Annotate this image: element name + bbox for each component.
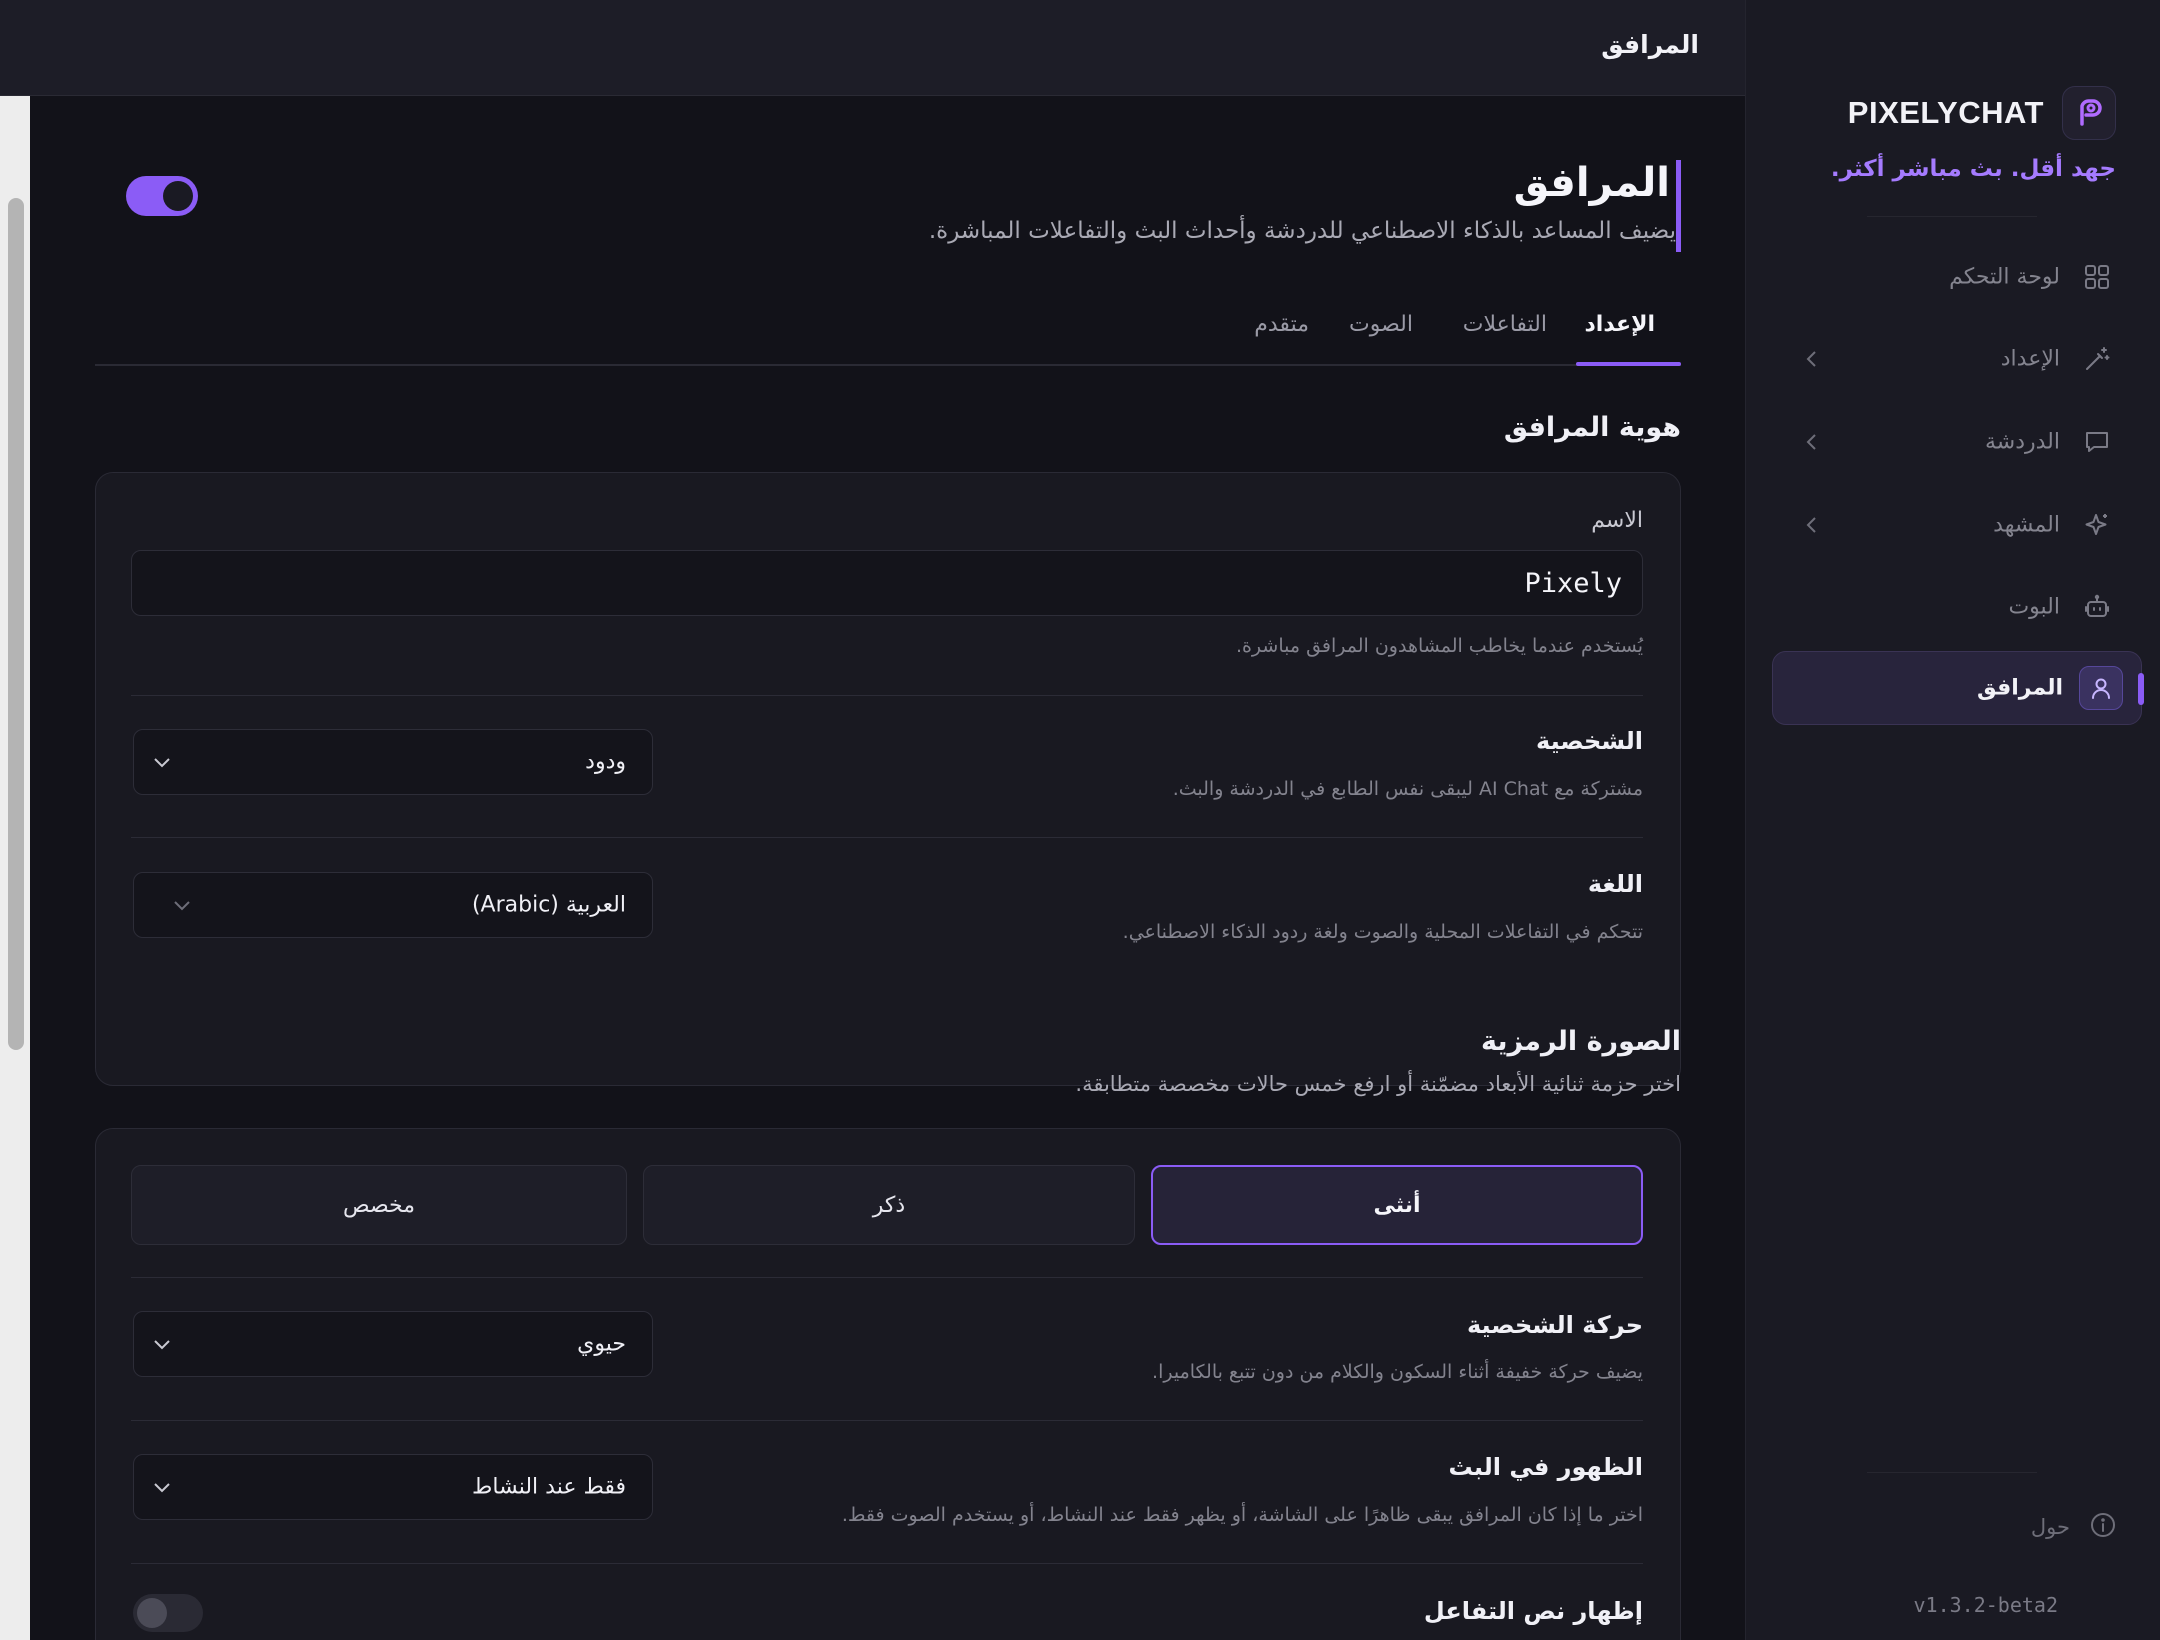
sidebar-item-label: الدردشة	[1984, 429, 2060, 455]
sidebar-item-label: لوحة التحكم	[1949, 264, 2060, 290]
tab-interactions[interactable]: التفاعلات	[1463, 312, 1547, 337]
sidebar-item-label: البوت	[2008, 594, 2060, 620]
motion-select[interactable]: حيوي	[133, 1311, 653, 1377]
divider	[131, 695, 1643, 696]
brand-tagline: جهد أقل. بث مباشر أكثر.	[1830, 156, 2116, 182]
section-title-avatar: الصورة الرمزية	[1480, 1026, 1681, 1057]
visibility-description: اختر ما إذا كان المرافق يبقى ظاهرًا على …	[841, 1504, 1643, 1526]
sidebar-item-label: الإعداد	[2000, 346, 2060, 372]
chevron-down-icon	[152, 752, 172, 772]
sidebar-item-companion[interactable]: المرافق	[1772, 651, 2142, 725]
toggle-knob	[137, 1598, 167, 1628]
avatar-option-custom[interactable]: مخصص	[131, 1165, 627, 1245]
name-field-hint: يُستخدم عندما يخاطب المشاهدون المرافق مب…	[1235, 635, 1643, 657]
motion-select-value: حيوي	[577, 1331, 626, 1357]
chevron-left-icon	[1802, 433, 1820, 451]
language-title: اللغة	[1587, 870, 1643, 898]
brand-name: PIXELYCHAT	[1847, 95, 2044, 130]
motion-description: يضيف حركة خفيفة أثناء السكون والكلام من …	[1152, 1361, 1643, 1383]
avatar-card: أنثى ذكر مخصص حركة الشخصية يضيف حركة خفي…	[95, 1128, 1681, 1640]
companion-enable-toggle[interactable]	[126, 176, 198, 216]
scrollbar-track[interactable]	[0, 96, 30, 1640]
bot-icon	[2082, 592, 2112, 622]
chevron-left-icon	[1802, 516, 1820, 534]
chevron-down-icon	[172, 895, 192, 915]
user-icon	[2079, 666, 2123, 710]
visibility-select[interactable]: فقط عند النشاط	[133, 1454, 653, 1520]
page-header: المرافق يضيف المساعد بالذكاء الاصطناعي ل…	[781, 160, 1681, 252]
visibility-select-value: فقط عند النشاط	[472, 1474, 626, 1500]
chevron-left-icon	[1802, 350, 1820, 368]
about-label: حول	[2030, 1515, 2070, 1539]
avatar-option-female[interactable]: أنثى	[1151, 1165, 1643, 1245]
active-tab-indicator	[1576, 362, 1681, 366]
sidebar-item-label: المرافق	[1976, 675, 2063, 701]
avatar-option-male[interactable]: ذكر	[643, 1165, 1135, 1245]
sidebar: PIXELYCHAT جهد أقل. بث مباشر أكثر. لوحة …	[1745, 0, 2160, 1640]
companion-name-input[interactable]	[131, 550, 1643, 616]
tab-bar: الإعداد التفاعلات الصوت متقدم	[95, 296, 1681, 366]
sidebar-divider	[1867, 1472, 2037, 1473]
language-select[interactable]: العربية (Arabic)	[133, 872, 653, 938]
motion-title: حركة الشخصية	[1466, 1311, 1643, 1339]
identity-card: الاسم يُستخدم عندما يخاطب المشاهدون المر…	[95, 472, 1681, 1086]
toggle-knob	[163, 181, 193, 211]
personality-select[interactable]: ودود	[133, 729, 653, 795]
sparkle-icon	[2082, 510, 2112, 540]
brand[interactable]: PIXELYCHAT	[1848, 86, 2116, 140]
language-description: تتحكم في التفاعلات المحلية والصوت ولغة ر…	[1122, 921, 1643, 943]
name-field-label: الاسم	[1591, 508, 1643, 533]
about-link[interactable]: حول	[2031, 1512, 2116, 1542]
sidebar-divider	[1867, 216, 2037, 217]
app-window: PIXELYCHAT جهد أقل. بث مباشر أكثر. لوحة …	[0, 0, 2160, 1640]
tab-voice[interactable]: الصوت	[1349, 312, 1413, 337]
page-subtitle: يضيف المساعد بالذكاء الاصطناعي للدردشة و…	[928, 218, 1676, 244]
chevron-down-icon	[152, 1334, 172, 1354]
visibility-title: الظهور في البث	[1448, 1453, 1643, 1481]
dashboard-grid-icon	[2082, 262, 2112, 292]
tab-setup[interactable]: الإعداد	[1585, 312, 1656, 337]
sidebar-item-setup[interactable]: الإعداد	[1772, 322, 2142, 396]
active-indicator	[2138, 673, 2144, 705]
show-text-toggle[interactable]	[133, 1594, 203, 1632]
divider	[131, 837, 1643, 838]
language-select-value: العربية (Arabic)	[471, 892, 626, 918]
sidebar-item-label: المشهد	[1993, 512, 2060, 538]
scrollbar-thumb[interactable]	[8, 198, 24, 1050]
show-text-title: إظهار نص التفاعل	[1423, 1597, 1643, 1625]
sidebar-item-chat[interactable]: الدردشة	[1772, 405, 2142, 479]
chevron-down-icon	[152, 1477, 172, 1497]
personality-title: الشخصية	[1536, 727, 1643, 755]
tab-advanced[interactable]: متقدم	[1254, 312, 1309, 337]
pixelychat-logo-icon	[2062, 86, 2116, 140]
personality-select-value: ودود	[585, 749, 626, 775]
info-icon	[2090, 1512, 2116, 1542]
topbar-title: المرافق	[1601, 30, 1699, 59]
sidebar-item-dashboard[interactable]: لوحة التحكم	[1772, 240, 2142, 314]
section-title-identity: هوية المرافق	[1503, 412, 1681, 443]
section-subtitle-avatar: اختر حزمة ثنائية الأبعاد مضمّنة أو ارفع …	[1075, 1072, 1681, 1096]
page-title: المرافق	[1513, 160, 1670, 206]
divider	[131, 1563, 1643, 1564]
topbar: المرافق	[0, 0, 1745, 96]
setup-wand-icon	[2082, 344, 2112, 374]
sidebar-item-scene[interactable]: المشهد	[1772, 488, 2142, 562]
main-content: المرافق يضيف المساعد بالذكاء الاصطناعي ل…	[30, 96, 1745, 1640]
sidebar-item-bot[interactable]: البوت	[1772, 570, 2142, 644]
personality-description: مشتركة مع AI Chat ليبقى نفس الطابع في ال…	[1172, 778, 1643, 800]
chat-bubble-icon	[2082, 427, 2112, 457]
divider	[131, 1277, 1643, 1278]
version-label: v1.3.2-beta2	[1913, 1593, 2059, 1617]
divider	[131, 1420, 1643, 1421]
